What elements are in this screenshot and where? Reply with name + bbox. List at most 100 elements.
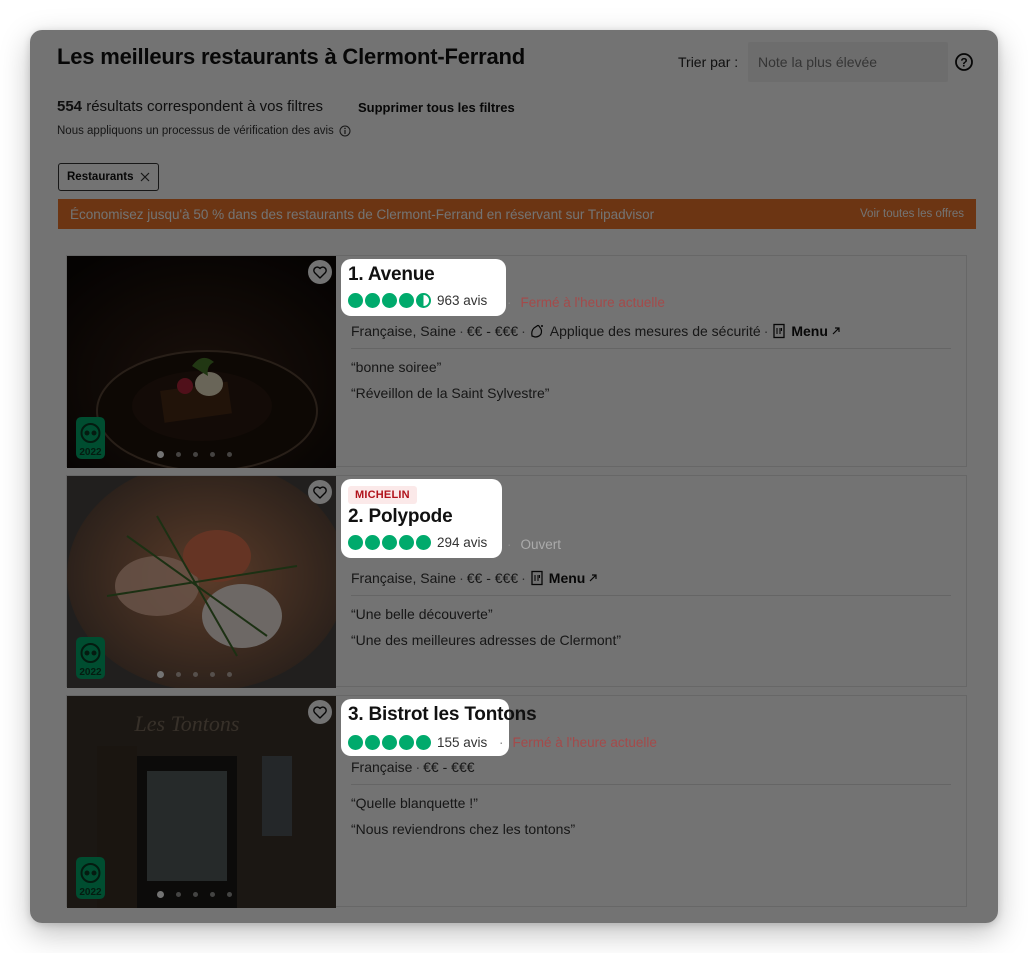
photo-pager[interactable] [157,891,232,898]
bubble-icon [365,735,380,750]
results-number: 554 [57,98,83,115]
review-quote[interactable]: “Réveillon de la Saint Sylvestre” [351,385,950,401]
review-count[interactable]: 963 avis [437,293,487,308]
photo-pager[interactable] [157,451,232,458]
clear-filters-link[interactable]: Supprimer tous les filtres [358,100,515,115]
bubble-icon [348,293,363,308]
restaurant-name[interactable]: 1. Avenue [348,264,435,285]
divider [351,595,951,596]
help-icon[interactable]: ? [954,52,974,72]
status-overlay-row: · Fermé à l'heure actuelle [499,735,657,750]
verification-text: Nous appliquons un processus de vérifica… [57,125,334,137]
travelers-choice-badge-icon: 2022 [76,857,105,899]
restaurant-meta: Française · €€ - €€€ [351,759,475,775]
highlight-callout: MICHELIN 2. Polypode 294 avis [341,479,502,558]
menu-link[interactable]: Menu [771,323,840,339]
status-overlay-row: · Ouvert [507,537,562,552]
rating-bubbles [348,735,431,750]
filter-chip-label: Restaurants [67,171,134,183]
save-heart-button[interactable] [308,700,332,724]
verification-note: Nous appliquons un processus de vérifica… [57,125,351,137]
review-quote[interactable]: “bonne soiree” [351,359,950,375]
rating-row: 963 avis [348,293,487,308]
info-icon[interactable] [339,125,351,137]
review-quote[interactable]: “Une des meilleures adresses de Clermont… [351,632,950,648]
restaurant-photo[interactable]: Les Tontons 2022 [67,696,336,908]
hand-wash-icon [530,324,543,338]
sort-select[interactable] [748,42,948,82]
highlight-callout: 1. Avenue 963 avis [341,259,506,316]
external-link-icon [589,574,597,582]
menu-icon [531,570,543,586]
rating-bubbles [348,535,431,550]
menu-icon [773,323,786,339]
restaurant-card[interactable]: 2022 Française, Saine · €€ - €€€ · Appli… [66,255,967,468]
open-status: Fermé à l'heure actuelle [512,735,657,750]
safety-measures: Applique des mesures de sécurité [549,323,761,339]
save-heart-button[interactable] [308,260,332,284]
review-quote[interactable]: “Nous reviendrons chez les tontons” [351,821,950,837]
bubble-icon [348,735,363,750]
restaurant-meta: Française, Saine · €€ - €€€ · Menu [351,570,950,586]
divider [351,784,951,785]
promo-banner: Économisez jusqu'à 50 % dans des restaur… [58,199,976,229]
bubble-icon [399,293,414,308]
price-range: €€ - €€€ [466,323,519,339]
bubble-icon [382,735,397,750]
bubble-icon [382,535,397,550]
review-count[interactable]: 294 avis [437,535,487,550]
menu-label: Menu [791,323,828,339]
heart-icon [313,485,327,499]
travelers-choice-badge-icon: 2022 [76,637,105,679]
michelin-badge: MICHELIN [348,486,417,504]
open-status: Fermé à l'heure actuelle [520,295,665,310]
review-count[interactable]: 155 avis [437,735,487,750]
rating-bubbles [348,293,431,308]
cuisine: Française [351,759,413,775]
heart-icon [313,705,327,719]
review-quote[interactable]: “Quelle blanquette !” [351,795,950,811]
bubble-icon [365,535,380,550]
heart-icon [313,265,327,279]
menu-label: Menu [548,570,586,586]
award-year: 2022 [79,447,102,458]
promo-link[interactable]: Voir toutes les offres [860,208,964,220]
award-year: 2022 [79,887,102,898]
results-count: 554 résultats correspondent à vos filtre… [57,98,323,115]
svg-text:Les Tontons: Les Tontons [134,711,240,736]
open-status: Ouvert [520,537,562,552]
save-heart-button[interactable] [308,480,332,504]
restaurant-name[interactable]: 2. Polypode [348,506,453,527]
bubble-icon [416,535,431,550]
bubble-icon [416,735,431,750]
cuisine: Française, Saine [351,570,457,586]
svg-text:?: ? [960,56,967,70]
menu-link[interactable]: Menu [529,570,598,586]
filter-chip-restaurants[interactable]: Restaurants [58,163,160,191]
bubble-icon [399,735,414,750]
travelers-choice-badge-icon: 2022 [76,417,105,459]
half-bubble-icon [416,293,431,308]
restaurant-card[interactable]: 2022 Française, Saine · €€ - €€€ · Menu … [66,475,967,688]
review-quote[interactable]: “Une belle découverte” [351,606,950,622]
photo-pager[interactable] [157,671,232,678]
promo-text: Économisez jusqu'à 50 % dans des restaur… [70,206,655,222]
bubble-icon [348,535,363,550]
bubble-icon [382,293,397,308]
price-range: €€ - €€€ [466,570,519,586]
divider [351,348,951,349]
restaurant-photo[interactable]: 2022 [67,256,336,468]
browser-window: Les meilleurs restaurants à Clermont-Fer… [30,30,998,923]
price-range: €€ - €€€ [423,759,475,775]
external-link-icon [832,327,840,335]
bubble-icon [399,535,414,550]
restaurant-meta: Française, Saine · €€ - €€€ · Applique d… [351,323,950,339]
rating-row: 155 avis [348,735,487,750]
restaurant-name[interactable]: 3. Bistrot les Tontons [348,704,537,725]
restaurant-card[interactable]: Les Tontons 2022 Française · €€ - €€€ “Q… [66,695,967,908]
highlight-callout: 3. Bistrot les Tontons 155 avis [341,699,537,756]
restaurant-photo[interactable]: 2022 [67,476,336,688]
close-icon[interactable] [140,172,150,182]
award-year: 2022 [79,667,102,678]
sort-label: Trier par : [678,54,739,70]
